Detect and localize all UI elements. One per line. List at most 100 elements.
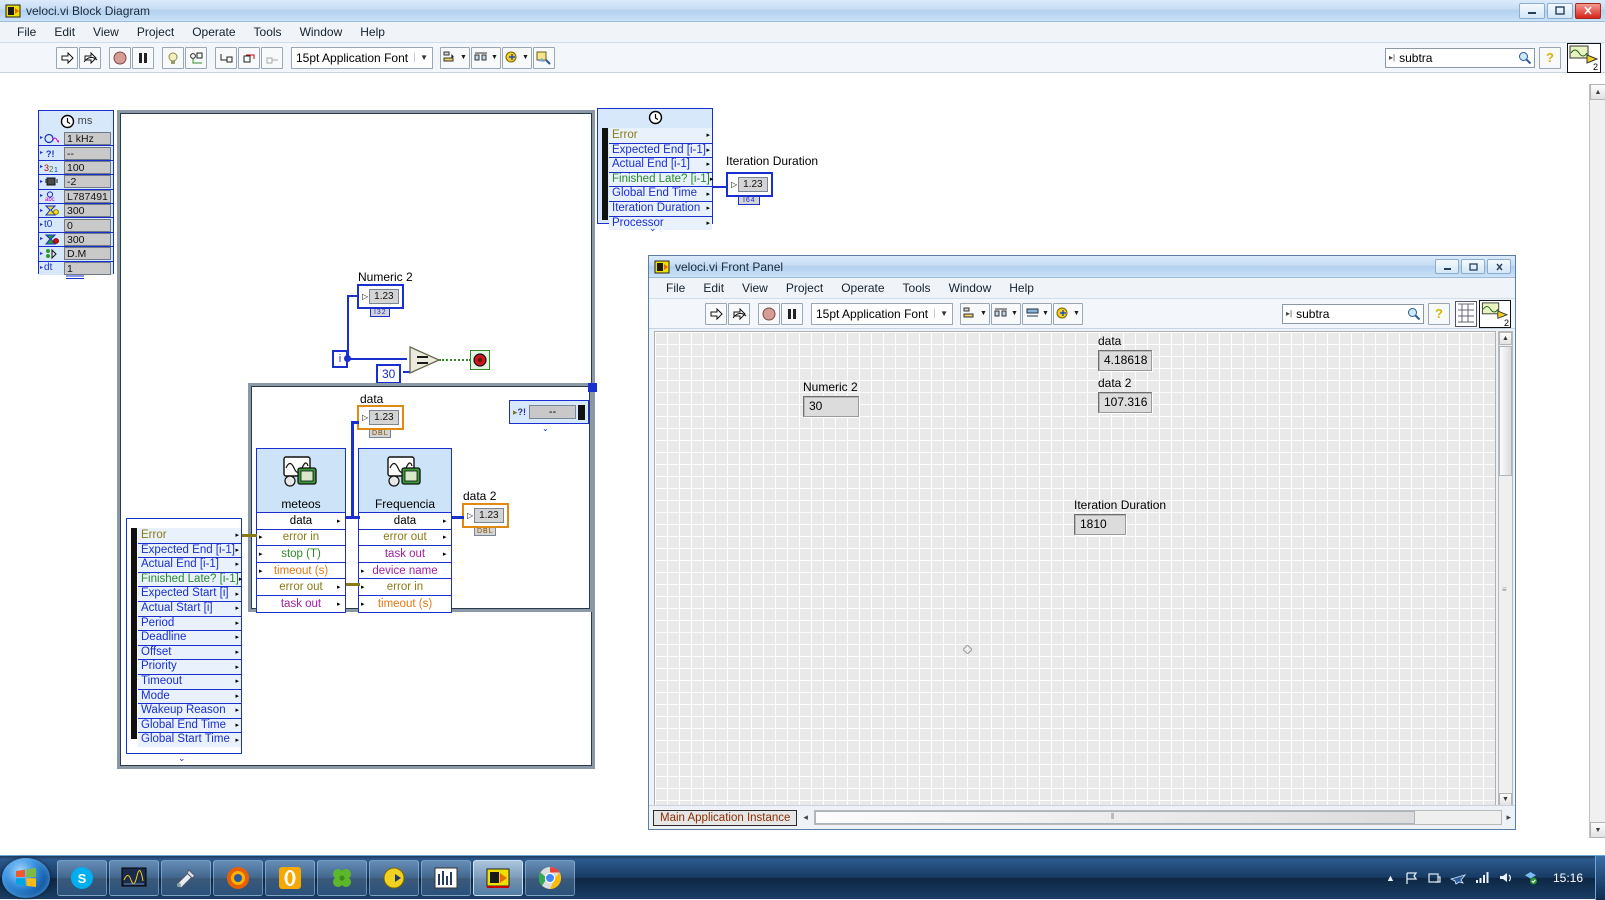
cluster-row-processor[interactable]: Processor ▸ (609, 215, 712, 231)
highlight-execution-button[interactable] (162, 46, 184, 69)
run-continuously-button[interactable] (79, 46, 101, 69)
cluster-row-period[interactable]: Period ▸ (138, 615, 241, 631)
run-button[interactable] (705, 302, 727, 325)
taskbar-item-clover[interactable] (317, 859, 367, 896)
block-diagram-vscrollbar[interactable]: ▲ ▼ (1589, 84, 1605, 838)
subvi-terminal-task-out[interactable]: task out ▸ (359, 545, 451, 562)
taskbar-item-tool[interactable] (161, 859, 211, 896)
subvi-meteos[interactable]: meteos data ▸ ▸ error in ▸ stop (T) ▸ timeout (… (256, 448, 346, 613)
cluster-row-error[interactable]: Error ▸ (138, 528, 241, 543)
fp-numeric2-control[interactable]: Numeric 2 30 (803, 380, 859, 417)
context-help-button[interactable]: ? (1428, 302, 1450, 325)
timing-node-value-7[interactable]: 300 (64, 232, 111, 246)
subvi-terminal-error-in[interactable]: ▸ error in (359, 578, 451, 595)
minimize-button[interactable] (1435, 259, 1459, 274)
timing-node-row-9[interactable]: ▸ dt 1 (39, 260, 113, 275)
close-button[interactable] (1575, 2, 1601, 19)
menu-view[interactable]: View (84, 23, 128, 41)
cluster-row-global-end-time[interactable]: Global End Time ▸ (138, 717, 241, 733)
cluster-row-deadline[interactable]: Deadline ▸ (138, 630, 241, 645)
context-help-button[interactable]: ? (1539, 46, 1561, 69)
resize-objects-button[interactable]: ▼ (1022, 302, 1052, 325)
cluster-row-actual-end-i-1[interactable]: Actual End [i-1] ▸ (138, 557, 241, 572)
cluster-row-finished-late-i-1[interactable]: Finished Late? [i-1] ▸ (609, 171, 713, 187)
menu-window[interactable]: Window (291, 23, 352, 41)
menu-view[interactable]: View (733, 279, 777, 297)
timing-node-value-3[interactable]: -2 (64, 175, 111, 189)
taskbar-item-firefox[interactable] (213, 859, 263, 896)
cluster-row-actual-end-i-1[interactable]: Actual End [i-1] ▸ (609, 157, 712, 172)
pause-button[interactable] (781, 302, 803, 325)
abort-execution-button[interactable] (109, 46, 131, 69)
reorder-button[interactable]: ▼ (1053, 302, 1083, 325)
iteration-duration-diagram-indicator[interactable]: ▷ 1.23 I64 (726, 172, 773, 205)
tray-expand-icon[interactable]: ▲ (1386, 873, 1395, 883)
taskbar-item-chrome[interactable] (525, 859, 575, 896)
right-cluster-shell[interactable]: Error ▸ Expected End [i-1] ▸ Actual End [i-1… (597, 108, 713, 231)
cluster-row-mode[interactable]: Mode ▸ (138, 688, 241, 704)
timing-node-value-8[interactable]: D.M (64, 247, 111, 261)
distribute-objects-button[interactable]: ▼ (991, 302, 1021, 325)
cluster-row-actual-start-i[interactable]: Actual Start [i] ▸ (138, 600, 241, 616)
menu-project[interactable]: Project (128, 23, 183, 41)
menu-help[interactable]: Help (351, 23, 394, 41)
stop-button-terminal[interactable] (470, 350, 490, 370)
timing-node-row-1[interactable]: ▸?! -- (39, 145, 113, 160)
taskbar-item-skype[interactable]: S (57, 859, 107, 896)
front-panel-hscrollbar[interactable]: ⦀ (813, 810, 1503, 825)
align-objects-button[interactable]: ▼ (440, 46, 470, 69)
menu-file[interactable]: File (8, 23, 45, 41)
abort-execution-button[interactable] (758, 302, 780, 325)
vscroll-thumb[interactable] (1499, 346, 1512, 476)
timing-node-value-9[interactable]: 1 (64, 261, 111, 275)
scroll-up-arrow[interactable]: ▲ (1590, 84, 1605, 100)
minimize-button[interactable] (1519, 2, 1545, 19)
tray-network-plane-icon[interactable] (1449, 871, 1466, 885)
search-box[interactable]: ▸| subtra (1282, 303, 1424, 324)
search-icon[interactable] (1518, 51, 1531, 64)
cluster-row-global-start-time[interactable]: Global Start Time ▸ (138, 732, 241, 747)
menu-operate[interactable]: Operate (183, 23, 244, 41)
cluster-row-offset[interactable]: Offset ▸ (138, 644, 241, 660)
subvi-terminal-stop-t[interactable]: ▸ stop (T) (257, 545, 345, 562)
palette-thumbnail[interactable]: 2 (1567, 42, 1601, 73)
cluster-row-expected-start-i[interactable]: Expected Start [i] ▸ (138, 586, 241, 601)
timing-source-node[interactable]: ms ▸ 1 kHz ▸?! -- ▸ 3 2 1 100 ▸ -2 ▸ abc L787491 ▸ 300 ▸… (38, 110, 114, 275)
timing-node-row-2[interactable]: ▸ 3 2 1 100 (39, 159, 113, 175)
step-out-button[interactable] (261, 46, 283, 69)
step-into-button[interactable] (215, 46, 237, 69)
start-button[interactable] (2, 857, 50, 898)
timing-node-row-5[interactable]: ▸ 300 (39, 202, 113, 218)
front-panel-canvas[interactable]: Numeric 2 30 data 4.18618 data 2 107.316… (654, 331, 1496, 807)
retain-wire-values-button[interactable] (185, 46, 207, 69)
tray-device-icon[interactable] (1427, 871, 1441, 885)
menu-project[interactable]: Project (777, 279, 832, 297)
statusbar-left-arrow[interactable]: ◂ (803, 812, 808, 823)
equals-comparison-node[interactable] (409, 345, 443, 375)
timing-node-row-6[interactable]: ▸ t0 0 (39, 217, 113, 232)
data2-diagram-indicator[interactable]: ▷ 1.23 DBL (462, 503, 509, 536)
hscroll-thumb[interactable] (814, 811, 1415, 824)
subvi-terminal-data[interactable]: data ▸ (359, 512, 451, 529)
inner-structure-resize-node[interactable] (588, 383, 597, 392)
cluster-row-expected-end-i-1[interactable]: Expected End [i-1] ▸ (138, 542, 241, 558)
taskbar-item-opera[interactable] (265, 859, 315, 896)
subvi-terminal-error-out[interactable]: error out ▸ (359, 528, 451, 546)
timing-node-row-3[interactable]: ▸ -2 (39, 174, 113, 189)
tray-signal-icon[interactable] (1475, 871, 1490, 884)
statusbar-right-arrow[interactable]: ▸ (1506, 812, 1511, 823)
inner-timing-expand-icon[interactable]: ⌄ (542, 424, 549, 433)
menu-window[interactable]: Window (940, 279, 1001, 297)
timing-node-value-1[interactable]: -- (64, 146, 111, 160)
menu-tools[interactable]: Tools (245, 23, 291, 41)
menu-edit[interactable]: Edit (45, 23, 84, 41)
cluster-row-timeout[interactable]: Timeout ▸ (138, 673, 241, 689)
timing-node-row-7[interactable]: ▸ 300 (39, 231, 113, 247)
taskbar-clock[interactable]: 15:16 (1547, 871, 1589, 885)
taskbar-item-labview[interactable] (369, 859, 419, 896)
close-button[interactable] (1487, 259, 1511, 274)
menu-tools[interactable]: Tools (894, 279, 940, 297)
timing-node-row-4[interactable]: ▸ abc L787491 (39, 188, 113, 203)
front-panel-vscrollbar[interactable]: ▲ ▼ ≡ (1498, 331, 1513, 807)
subvi-terminal-task-out[interactable]: task out ▸ (257, 594, 345, 612)
